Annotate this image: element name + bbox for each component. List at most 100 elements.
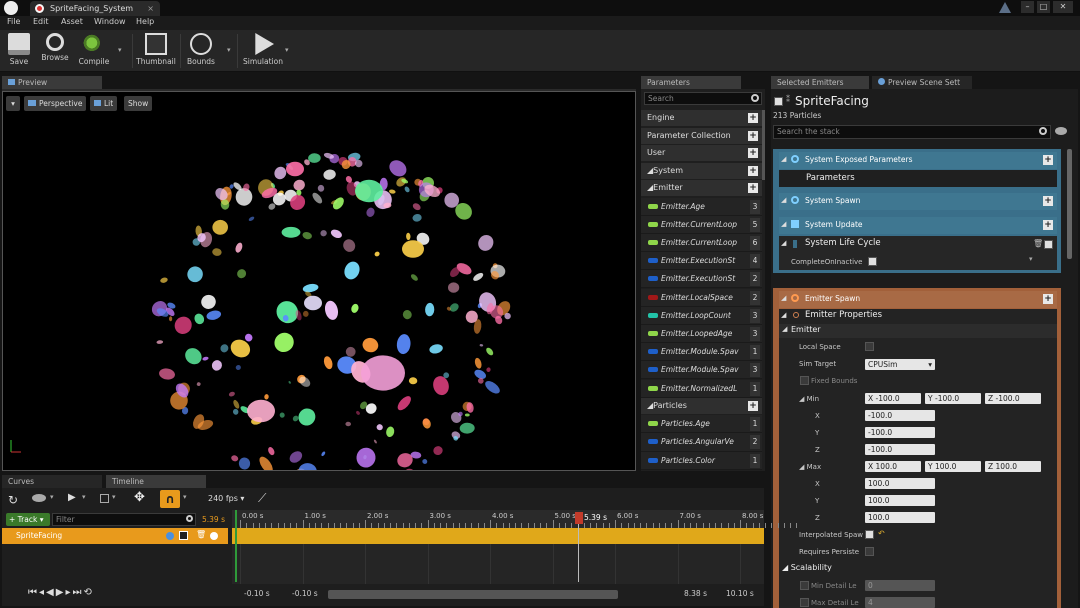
add-icon[interactable]: + xyxy=(748,400,758,411)
reverse-play-icon[interactable]: ◀ xyxy=(46,587,56,598)
trash-icon[interactable]: 🗑 xyxy=(1033,239,1043,248)
browse-button[interactable]: Browse xyxy=(38,32,72,70)
max-x-input[interactable]: 100.0 xyxy=(865,478,935,489)
preview-viewport[interactable]: ▾ Perspective Lit Show xyxy=(2,91,636,471)
add-icon[interactable]: + xyxy=(1043,155,1053,165)
parameter-row[interactable]: Emitter.CurrentLoop 5 xyxy=(641,215,762,234)
chevron-down-icon[interactable]: ▾ xyxy=(112,493,116,501)
eye-icon[interactable] xyxy=(32,494,46,502)
tab-curves[interactable]: Curves xyxy=(2,475,102,488)
source-control-icon[interactable] xyxy=(999,2,1011,13)
timeline-scrollbar[interactable] xyxy=(328,590,618,599)
loop-icon[interactable]: ↻ xyxy=(8,493,18,507)
local-space-checkbox[interactable] xyxy=(865,342,874,351)
menu-file[interactable]: File xyxy=(7,17,20,26)
param-section-particles[interactable]: ◢Particles + xyxy=(641,397,762,414)
tab-parameters[interactable]: Parameters xyxy=(641,76,741,89)
max-z-input[interactable]: 100.0 xyxy=(865,512,935,523)
param-section-engine[interactable]: Engine + xyxy=(641,110,762,126)
min-z-input[interactable]: -100.0 xyxy=(865,444,935,455)
curve-tangent-icon[interactable]: ⟋ xyxy=(258,491,266,506)
parameter-row[interactable]: Emitter.LoopCount 3 xyxy=(641,306,762,325)
skip-to-end-icon[interactable]: ⏭ xyxy=(72,587,83,598)
requires-persistent-checkbox[interactable] xyxy=(865,547,874,556)
maximize-button[interactable]: □ xyxy=(1037,1,1050,13)
simulation-button[interactable]: Simulation xyxy=(240,32,286,70)
chevron-down-icon[interactable]: ▾ xyxy=(183,493,187,501)
interpolated-spawn-checkbox[interactable] xyxy=(865,530,874,539)
isolate-icon[interactable] xyxy=(210,532,218,540)
sim-target-dropdown[interactable]: CPUSim ▾ xyxy=(865,359,935,370)
fixed-bounds-checkbox[interactable] xyxy=(800,376,809,385)
info-icon[interactable] xyxy=(166,532,174,540)
view-range-end[interactable]: 8.38 s xyxy=(684,589,707,598)
parameter-row[interactable]: Emitter.Module.Spav 3 xyxy=(641,361,762,380)
parameter-row[interactable]: Emitter.ExecutionSt 4 xyxy=(641,252,762,271)
max-z-field[interactable]: Z 100.0 xyxy=(985,461,1041,472)
save-button[interactable]: Save xyxy=(4,32,34,70)
menu-edit[interactable]: Edit xyxy=(33,17,49,26)
loop-mode-icon[interactable]: ⟲ xyxy=(83,587,93,598)
scalability-category[interactable]: ◢ Scalability xyxy=(782,563,832,572)
play-options-icon[interactable]: ▶ xyxy=(68,492,76,503)
snap-box-icon[interactable] xyxy=(100,494,109,503)
parameter-row[interactable]: Emitter.Age 3 xyxy=(641,197,762,216)
close-window-button[interactable]: ✕ xyxy=(1053,1,1073,13)
close-tab-icon[interactable]: × xyxy=(147,1,154,16)
min-x-field[interactable]: X -100.0 xyxy=(865,393,921,404)
param-section-parameter-collection[interactable]: Parameter Collection + xyxy=(641,127,762,144)
compile-options-chevron-icon[interactable]: ▾ xyxy=(118,46,122,54)
min-x-input[interactable]: -100.0 xyxy=(865,410,935,421)
max-detail-checkbox[interactable] xyxy=(800,598,809,607)
min-y-input[interactable]: -100.0 xyxy=(865,427,935,438)
add-icon[interactable]: + xyxy=(748,113,758,123)
add-icon[interactable]: + xyxy=(748,183,758,193)
system-update-row[interactable]: ◢ System Update + xyxy=(779,217,1057,234)
add-icon[interactable]: + xyxy=(1043,294,1053,304)
menu-help[interactable]: Help xyxy=(136,17,154,26)
max-x-field[interactable]: X 100.0 xyxy=(865,461,921,472)
fps-dropdown[interactable]: 240 fps ▾ xyxy=(208,494,244,503)
view-range-start[interactable]: -0.10 s xyxy=(244,589,270,598)
tab-selected-emitters[interactable]: Selected Emitters xyxy=(771,76,869,89)
menu-window[interactable]: Window xyxy=(94,17,126,26)
emitter-spawn-row[interactable]: ◢ Emitter Spawn + xyxy=(779,291,1057,308)
max-y-input[interactable]: 100.0 xyxy=(865,495,935,506)
play-icon[interactable]: ▶ xyxy=(56,587,66,598)
parameters-search-input[interactable]: Search xyxy=(644,92,762,105)
parameter-row[interactable]: Particles.AngularVe 2 xyxy=(641,433,762,452)
compile-button[interactable]: Compile xyxy=(76,32,112,70)
track-lane-bar[interactable] xyxy=(232,528,764,544)
stack-search-input[interactable]: Search the stack xyxy=(773,125,1051,139)
parameter-row[interactable]: Emitter.LoopedAge 3 xyxy=(641,324,762,344)
parameters-scrollbar[interactable] xyxy=(762,110,765,180)
emitter-category-row[interactable]: ◢ Emitter xyxy=(779,324,1057,338)
chevron-down-icon[interactable]: ▾ xyxy=(1029,255,1033,263)
emitter-enabled-checkbox[interactable] xyxy=(774,97,783,106)
time-ruler[interactable]: 0.00 s 1.00 s 2.00 s 3.00 s 4.00 s 5.00 s 6.00… xyxy=(232,510,798,528)
add-icon[interactable]: + xyxy=(748,165,758,176)
tab-preview[interactable]: Preview xyxy=(2,76,102,89)
parameter-row[interactable]: Emitter.NormalizedL 1 xyxy=(641,379,762,398)
chevron-down-icon[interactable]: ▾ xyxy=(82,493,86,501)
track-row-spritefacing[interactable]: SpriteFacing 🗑 xyxy=(2,528,228,544)
add-icon[interactable]: + xyxy=(1043,196,1053,206)
complete-on-inactive-checkbox[interactable] xyxy=(868,257,877,266)
parameter-row[interactable]: Emitter.Module.Spav 1 xyxy=(641,343,762,362)
stack-scrollbar[interactable] xyxy=(1067,149,1072,259)
add-icon[interactable]: + xyxy=(1043,220,1053,230)
param-section-system[interactable]: ◢System + xyxy=(641,162,762,179)
add-icon[interactable]: + xyxy=(748,130,758,141)
min-detail-input[interactable]: 0 xyxy=(865,580,935,591)
max-detail-input[interactable]: 4 xyxy=(865,597,935,608)
param-section-emitter[interactable]: ◢Emitter + xyxy=(641,180,762,196)
start-marker[interactable] xyxy=(235,510,237,582)
parameter-row[interactable]: Emitter.CurrentLoop 6 xyxy=(641,233,762,253)
trash-icon[interactable]: 🗑 xyxy=(196,530,206,539)
module-enabled-checkbox[interactable] xyxy=(1044,240,1053,249)
track-enabled-checkbox[interactable] xyxy=(179,531,188,540)
system-life-cycle-module[interactable]: ◢ System Life Cycle 🗑 CompleteOnInactive… xyxy=(779,236,1057,270)
max-y-field[interactable]: Y 100.0 xyxy=(925,461,981,472)
parameter-row[interactable]: Particles.Age 1 xyxy=(641,415,762,434)
system-exposed-parameters-row[interactable]: ◢ System Exposed Parameters + xyxy=(779,152,1057,169)
